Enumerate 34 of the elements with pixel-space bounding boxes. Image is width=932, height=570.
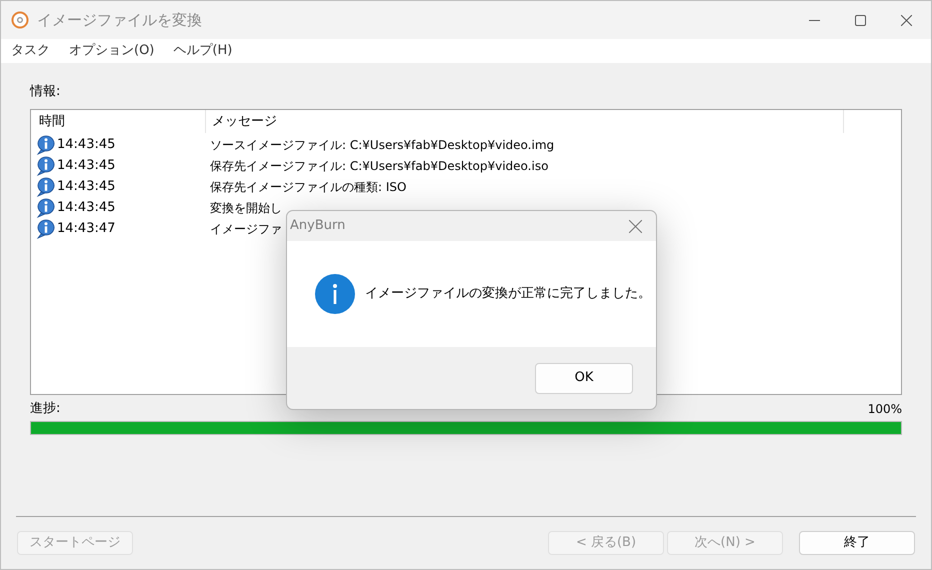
info-icon (36, 198, 56, 218)
dialog-message: イメージファイルの変換が正常に完了しました。 (365, 285, 651, 304)
column-header[interactable]: 時間 (31, 110, 206, 133)
message-cell-text: 変換を開始し (209, 200, 282, 216)
message-cell-text: 保存先イメージファイル: C:¥Users¥fab¥Desktop¥video.iso (209, 158, 548, 174)
info-icon (36, 176, 56, 196)
info-label: 情報: (30, 83, 62, 101)
time-cell-text: 14:43:45 (57, 156, 116, 175)
ok-button[interactable]: OK (535, 362, 633, 394)
info-icon (315, 274, 355, 314)
menu-item[interactable]: オプション(O) (69, 41, 154, 61)
wizard-button[interactable]: 終了 (799, 531, 915, 555)
menu-item[interactable]: タスク (11, 41, 50, 61)
menu-item[interactable]: ヘルプ(H) (173, 41, 232, 61)
column-header[interactable]: メッセージ (206, 110, 844, 133)
close-icon (900, 14, 912, 26)
info-icon (36, 156, 56, 176)
message-cell-text: 保存先イメージファイルの種類: ISO (209, 178, 406, 196)
info-icon (36, 134, 56, 154)
progress-reading: 100% (868, 401, 902, 418)
info-icon (36, 218, 56, 238)
progress-label: 進捗: (30, 400, 60, 418)
maximize-icon (854, 14, 866, 26)
message-cell-text: ソースイメージファイル: C:¥Users¥fab¥Desktop¥video.img (209, 136, 554, 154)
close-button[interactable] (628, 219, 642, 233)
time-cell-text: 14:43:45 (57, 198, 116, 217)
dialog-title: AnyBurn (290, 217, 346, 236)
time-cell-text: 14:43:45 (57, 178, 116, 196)
time-cell-text: 14:43:45 (57, 136, 116, 154)
disc-icon (11, 11, 29, 29)
window-title: イメージファイルを変換 (37, 10, 202, 31)
message-cell-text: イメージファ (209, 220, 282, 238)
close-icon (628, 220, 642, 232)
time-cell-text: 14:43:47 (57, 220, 116, 238)
